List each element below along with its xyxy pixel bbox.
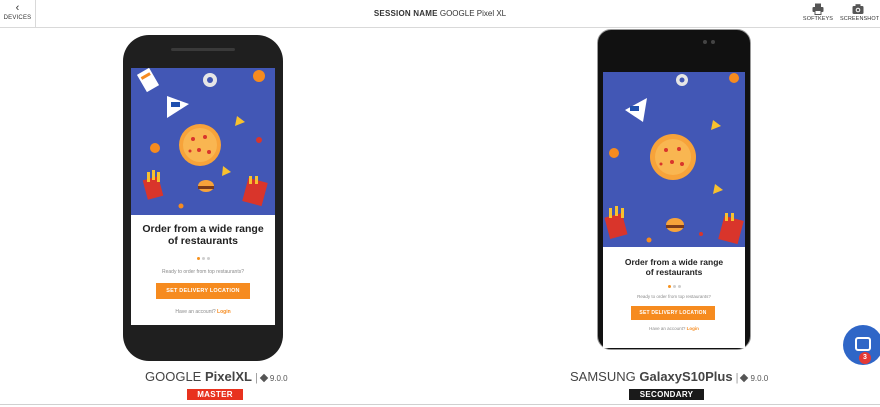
os-version-value: 9.0.0 [750,374,769,383]
set-delivery-location-button[interactable]: SET DELIVERY LOCATION [156,283,250,299]
speaker-grille [171,48,235,51]
secondary-badge: SECONDARY [629,389,704,400]
carousel-dots [603,282,745,288]
os-version: 9.0.0 [740,373,769,383]
device-model: GalaxyS10Plus [639,369,733,384]
device-frame-galaxy-s10plus: Order from a wide range of restaurants R… [597,29,751,350]
chat-unread-badge: 3 [859,352,871,364]
printer-icon [812,3,824,15]
divider: | [735,372,739,384]
device-name-secondary: SAMSUNG GalaxyS10Plus | 9.0.0 [570,369,768,384]
device-screen-secondary[interactable]: Order from a wide range of restaurants R… [603,50,745,348]
device-screen-master[interactable]: Order from a wide range of restaurants R… [131,68,275,325]
os-version: 9.0.0 [259,373,288,383]
login-prompt: Have an account? Login [131,309,275,315]
screenshot-label: SCREENSHOT [840,16,880,22]
softkeys-label: SOFTKEYS [802,16,834,22]
carousel-dots [131,254,275,260]
divider: | [254,372,258,384]
session-name: SESSION NAME GOOGLE Pixel XL [0,9,880,18]
carousel-dot[interactable] [667,285,671,288]
headline-line-1: Order from a wide range [624,257,724,267]
device-name-master: GOOGLE PixelXL | 9.0.0 [145,369,288,384]
screenshot-button[interactable]: SCREENSHOT [840,2,880,22]
session-value: GOOGLE Pixel XL [439,9,507,18]
login-link[interactable]: Login [217,309,231,315]
os-version-value: 9.0.0 [269,374,288,383]
subtext: Ready to order from top restaurants? [637,294,711,299]
login-prompt-text: Have an account? [649,326,686,331]
device-brand: SAMSUNG [570,369,636,384]
carousel-dot[interactable] [677,285,681,288]
headline: Order from a wide range of restaurants [131,223,275,247]
divider [0,404,880,405]
headline-line-1: Order from a wide range [142,223,264,235]
master-badge: MASTER [187,389,243,400]
food-illustration [131,68,275,215]
device-brand: GOOGLE [145,369,202,384]
login-prompt-text: Have an account? [175,309,216,315]
front-camera [711,40,715,44]
carousel-dot[interactable] [201,257,205,260]
top-bar: ‹ DEVICES SESSION NAME GOOGLE Pixel XL S… [0,0,880,28]
device-frame-pixel-xl: Order from a wide range of restaurants R… [123,35,283,361]
set-delivery-location-button[interactable]: SET DELIVERY LOCATION [631,306,715,320]
softkeys-button[interactable]: SOFTKEYS [800,2,836,22]
carousel-dot[interactable] [206,257,210,260]
subtext: Ready to order from top restaurants? [162,269,244,275]
headline-line-2: of restaurants [167,235,239,247]
chat-icon [855,337,871,351]
android-icon [740,373,749,383]
login-link[interactable]: Login [687,326,699,331]
headline: Order from a wide range of restaurants [603,257,745,277]
session-key: SESSION NAME [373,9,438,18]
carousel-dot[interactable] [196,257,200,260]
carousel-dot[interactable] [672,285,676,288]
food-illustration [603,50,745,247]
headline-line-2: of restaurants [645,267,703,277]
login-prompt: Have an account? Login [603,326,745,331]
device-model: PixelXL [204,369,252,384]
android-icon [259,373,269,383]
front-camera [703,40,707,44]
camera-icon [852,4,864,14]
